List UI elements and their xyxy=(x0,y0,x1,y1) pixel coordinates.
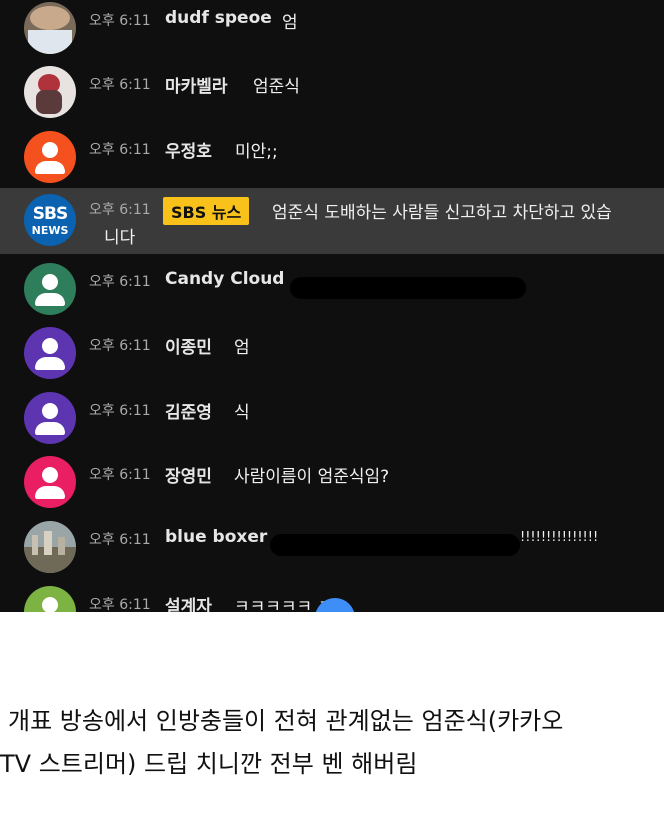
redaction-mark xyxy=(290,277,526,299)
chat-message: 오후 6:11 Candy Cloud xyxy=(0,257,664,321)
message-time: 오후 6:11 xyxy=(89,13,151,29)
chat-message: 오후 6:11 장영민 사람이름이 엄준식임? xyxy=(0,450,664,514)
sbs-news-logo[interactable]: SBS NEWS xyxy=(24,194,76,246)
message-text: 식 xyxy=(234,403,250,423)
caption-text: 개표 방송에서 인방충들이 전혀 관계없는 엄준식(카카오 TV 스트리머) 드… xyxy=(0,700,658,786)
user-avatar[interactable] xyxy=(24,521,76,573)
author-name[interactable]: blue boxer xyxy=(165,527,267,547)
message-text: 엄준식 도배하는 사람들 신고하고 차단하고 있습 xyxy=(272,203,612,223)
message-time: 오후 6:11 xyxy=(89,597,151,612)
message-time: 오후 6:11 xyxy=(89,467,151,483)
message-text: !!!!!!!!!!!!!!! xyxy=(520,530,599,545)
message-text: 사람이름이 엄준식임? xyxy=(234,467,390,487)
default-avatar-icon[interactable] xyxy=(24,392,76,444)
chat-message-highlighted: SBS NEWS 오후 6:11 SBS 뉴스 엄준식 도배하는 사람들 신고하… xyxy=(0,188,664,254)
logo-sub-text: NEWS xyxy=(31,224,69,237)
default-avatar-icon[interactable] xyxy=(24,586,76,612)
message-text: 엄 xyxy=(282,13,298,33)
author-name[interactable]: 장영민 xyxy=(165,462,212,487)
logo-main-text: SBS xyxy=(32,204,68,224)
author-name[interactable]: 이종민 xyxy=(165,333,212,358)
caption-line: TV 스트리머) 드립 치니깐 전부 벤 해버림 xyxy=(0,750,418,778)
caption-line: 개표 방송에서 인방충들이 전혀 관계없는 엄준식(카카오 xyxy=(8,707,564,735)
chat-message: 오후 6:11 이종민 엄 xyxy=(0,321,664,385)
author-name[interactable]: Candy Cloud xyxy=(165,269,284,289)
live-chat-panel: 오후 6:11 dudf speoe 엄 오후 6:11 마카벨라 엄준식 오후… xyxy=(0,0,664,612)
chat-message: 오후 6:11 blue boxer !!!!!!!!!!!!!!! xyxy=(0,515,664,579)
author-name[interactable]: dudf speoe xyxy=(165,8,272,28)
user-avatar[interactable] xyxy=(24,66,76,118)
chat-message: 오후 6:11 마카벨라 엄준식 xyxy=(0,60,664,124)
default-avatar-icon[interactable] xyxy=(24,263,76,315)
default-avatar-icon[interactable] xyxy=(24,327,76,379)
chat-message: 오후 6:11 dudf speoe 엄 xyxy=(0,0,664,60)
author-name[interactable]: 마카벨라 xyxy=(165,72,228,97)
message-text: 엄 xyxy=(234,338,250,358)
message-text: 미안;; xyxy=(235,142,278,162)
message-time: 오후 6:11 xyxy=(89,202,151,218)
author-name[interactable]: 설계자 xyxy=(165,592,212,612)
author-name[interactable]: 김준영 xyxy=(165,398,212,423)
message-text-wrap: 니다 xyxy=(104,228,136,248)
author-name[interactable]: 우정호 xyxy=(165,137,212,162)
message-text: 엄준식 xyxy=(253,77,300,97)
owner-badge[interactable]: SBS 뉴스 xyxy=(163,197,250,225)
redaction-mark xyxy=(270,534,520,556)
message-time: 오후 6:11 xyxy=(89,532,151,548)
chat-message: 오후 6:11 김준영 식 xyxy=(0,386,664,450)
message-time: 오후 6:11 xyxy=(89,142,151,158)
message-time: 오후 6:11 xyxy=(89,274,151,290)
default-avatar-icon[interactable] xyxy=(24,456,76,508)
message-time: 오후 6:11 xyxy=(89,403,151,419)
message-time: 오후 6:11 xyxy=(89,338,151,354)
user-avatar[interactable] xyxy=(24,2,76,54)
chat-message: 오후 6:11 우정호 미안;; xyxy=(0,125,664,189)
default-avatar-icon[interactable] xyxy=(24,131,76,183)
message-time: 오후 6:11 xyxy=(89,77,151,93)
